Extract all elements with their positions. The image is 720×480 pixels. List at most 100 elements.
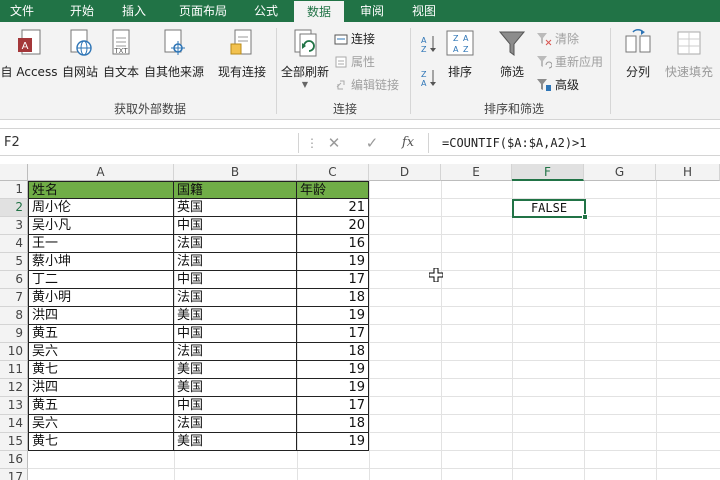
table-cell[interactable]: 法国 bbox=[174, 343, 297, 361]
row-header[interactable]: 6 bbox=[0, 271, 28, 289]
table-header-cell[interactable]: 姓名 bbox=[28, 181, 174, 199]
table-cell[interactable]: 法国 bbox=[174, 235, 297, 253]
name-box[interactable]: F2 bbox=[0, 132, 296, 154]
table-cell[interactable]: 黄小明 bbox=[28, 289, 174, 307]
vertical-dots-icon[interactable]: ⋮ bbox=[306, 132, 318, 154]
table-cell[interactable]: 王一 bbox=[28, 235, 174, 253]
existing-connections-button[interactable]: 现有连接 bbox=[216, 28, 268, 80]
column-header-g[interactable]: G bbox=[584, 164, 656, 181]
table-cell[interactable]: 中国 bbox=[174, 217, 297, 235]
table-cell[interactable]: 黄五 bbox=[28, 325, 174, 343]
table-cell[interactable]: 洪四 bbox=[28, 379, 174, 397]
row-header[interactable]: 15 bbox=[0, 433, 28, 451]
column-header-f[interactable]: F bbox=[512, 164, 584, 181]
row-header[interactable]: 2 bbox=[0, 199, 28, 217]
table-cell[interactable]: 17 bbox=[297, 397, 369, 415]
table-cell[interactable]: 洪四 bbox=[28, 307, 174, 325]
column-header-h[interactable]: H bbox=[656, 164, 720, 181]
advanced-filter-button[interactable]: 高级 bbox=[536, 76, 579, 93]
table-cell[interactable]: 美国 bbox=[174, 361, 297, 379]
tab-file[interactable]: 文件 bbox=[0, 0, 44, 22]
table-cell[interactable]: 18 bbox=[297, 415, 369, 433]
table-cell[interactable]: 法国 bbox=[174, 289, 297, 307]
cancel-icon[interactable]: ✕ bbox=[322, 132, 346, 154]
row-header[interactable]: 10 bbox=[0, 343, 28, 361]
row-header[interactable]: 12 bbox=[0, 379, 28, 397]
tab-view[interactable]: 视图 bbox=[400, 0, 448, 22]
table-cell[interactable]: 20 bbox=[297, 217, 369, 235]
row-header[interactable]: 1 bbox=[0, 181, 28, 199]
table-header-cell[interactable]: 国籍 bbox=[174, 181, 297, 199]
table-header-cell[interactable]: 年龄 bbox=[297, 181, 369, 199]
tab-insert[interactable]: 插入 bbox=[110, 0, 158, 22]
table-cell[interactable]: 中国 bbox=[174, 397, 297, 415]
row-header[interactable]: 7 bbox=[0, 289, 28, 307]
from-other-sources-button[interactable]: 自其他来源 bbox=[143, 28, 205, 80]
tab-page-layout[interactable]: 页面布局 bbox=[162, 0, 244, 22]
sort-button[interactable]: Z A A Z 排序 bbox=[442, 28, 478, 80]
row-header[interactable]: 16 bbox=[0, 451, 28, 469]
from-web-button[interactable]: 自网站 bbox=[60, 28, 100, 80]
refresh-all-button[interactable]: 全部刷新 ▼ bbox=[278, 28, 332, 89]
sort-descending-button[interactable]: ZA bbox=[420, 68, 438, 88]
row-header[interactable]: 9 bbox=[0, 325, 28, 343]
row-header[interactable]: 4 bbox=[0, 235, 28, 253]
table-cell[interactable]: 19 bbox=[297, 361, 369, 379]
text-to-columns-button[interactable]: 分列 bbox=[618, 28, 658, 80]
table-cell[interactable]: 19 bbox=[297, 253, 369, 271]
table-cell[interactable]: 17 bbox=[297, 325, 369, 343]
formula-input[interactable]: =COUNTIF($A:$A,A2)>1 bbox=[442, 132, 587, 154]
table-cell[interactable]: 黄七 bbox=[28, 433, 174, 451]
table-cell[interactable]: 吴六 bbox=[28, 343, 174, 361]
clear-filter-button[interactable]: 清除 bbox=[536, 30, 579, 47]
table-cell[interactable]: 18 bbox=[297, 343, 369, 361]
column-header-e[interactable]: E bbox=[441, 164, 512, 181]
active-cell-f2[interactable]: FALSE bbox=[512, 199, 586, 218]
table-cell[interactable]: 英国 bbox=[174, 199, 297, 217]
row-header[interactable]: 3 bbox=[0, 217, 28, 235]
column-header-a[interactable]: A bbox=[28, 164, 174, 181]
table-cell[interactable]: 蔡小坤 bbox=[28, 253, 174, 271]
row-header[interactable]: 14 bbox=[0, 415, 28, 433]
connections-button[interactable]: 连接 bbox=[334, 30, 375, 47]
table-cell[interactable]: 17 bbox=[297, 271, 369, 289]
table-cell[interactable]: 法国 bbox=[174, 415, 297, 433]
tab-formulas[interactable]: 公式 bbox=[244, 0, 288, 22]
flash-fill-button[interactable]: 快速填充 bbox=[660, 28, 718, 80]
table-cell[interactable]: 吴小凡 bbox=[28, 217, 174, 235]
row-header[interactable]: 8 bbox=[0, 307, 28, 325]
row-header[interactable]: 11 bbox=[0, 361, 28, 379]
table-cell[interactable]: 美国 bbox=[174, 379, 297, 397]
table-cell[interactable]: 19 bbox=[297, 307, 369, 325]
table-cell[interactable]: 吴六 bbox=[28, 415, 174, 433]
properties-button[interactable]: 属性 bbox=[334, 53, 375, 70]
table-cell[interactable]: 16 bbox=[297, 235, 369, 253]
tab-home[interactable]: 开始 bbox=[58, 0, 106, 22]
tab-review[interactable]: 审阅 bbox=[350, 0, 394, 22]
table-cell[interactable]: 美国 bbox=[174, 433, 297, 451]
row-header[interactable]: 13 bbox=[0, 397, 28, 415]
tab-data[interactable]: 数据 bbox=[294, 1, 344, 22]
column-header-b[interactable]: B bbox=[174, 164, 297, 181]
table-cell[interactable]: 黄五 bbox=[28, 397, 174, 415]
from-text-button[interactable]: TXT 自文本 bbox=[101, 28, 141, 80]
table-cell[interactable]: 19 bbox=[297, 433, 369, 451]
table-cell[interactable]: 美国 bbox=[174, 307, 297, 325]
table-cell[interactable]: 19 bbox=[297, 379, 369, 397]
fill-handle[interactable] bbox=[582, 214, 588, 220]
table-cell[interactable]: 21 bbox=[297, 199, 369, 217]
row-header[interactable]: 5 bbox=[0, 253, 28, 271]
filter-button[interactable]: 筛选 bbox=[494, 28, 530, 80]
table-cell[interactable]: 黄七 bbox=[28, 361, 174, 379]
insert-function-icon[interactable]: fx bbox=[396, 132, 420, 154]
table-cell[interactable]: 丁二 bbox=[28, 271, 174, 289]
table-cell[interactable]: 18 bbox=[297, 289, 369, 307]
table-cell[interactable]: 法国 bbox=[174, 253, 297, 271]
select-all-corner[interactable] bbox=[0, 164, 28, 181]
table-cell[interactable]: 中国 bbox=[174, 271, 297, 289]
edit-links-button[interactable]: 编辑链接 bbox=[334, 76, 399, 93]
confirm-check-icon[interactable]: ✓ bbox=[360, 132, 384, 154]
from-access-button[interactable]: A 自 Access bbox=[0, 28, 58, 80]
table-cell[interactable]: 周小伦 bbox=[28, 199, 174, 217]
reapply-filter-button[interactable]: 重新应用 bbox=[536, 53, 603, 70]
